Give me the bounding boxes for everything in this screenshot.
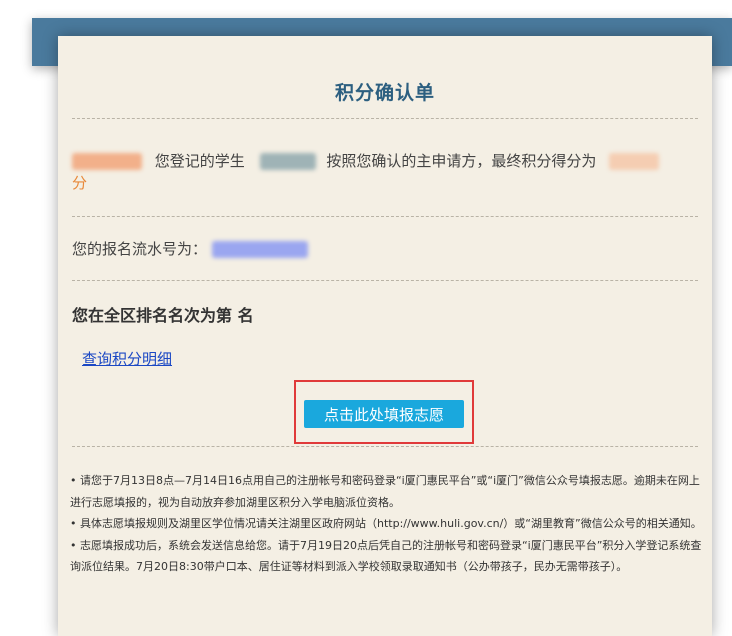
notice-item: • 志愿填报成功后，系统会发送信息给您。请于7月19日20点后凭自己的注册帐号和… xyxy=(70,538,702,574)
score-unit: 分 xyxy=(72,174,88,192)
divider xyxy=(72,118,698,119)
fill-volunteer-button[interactable]: 点击此处填报志愿 xyxy=(304,400,464,428)
redacted-parent-name xyxy=(72,153,142,170)
score-confirmation-card: 积分确认单 您登记的学生 按照您确认的主申请方，最终积分得分为 分 您的报名流水… xyxy=(58,36,712,636)
district-rank: 您在全区排名名次为第 名 xyxy=(72,306,254,325)
message-text-score: 按照您确认的主申请方，最终积分得分为 xyxy=(326,152,597,170)
serial-number-label: 您的报名流水号为： xyxy=(72,240,208,258)
serial-number-row: 您的报名流水号为： xyxy=(72,238,698,259)
redacted-score xyxy=(609,153,660,170)
divider xyxy=(72,446,698,447)
message-text-student: 您登记的学生 xyxy=(154,152,245,170)
confirmation-message: 您登记的学生 按照您确认的主申请方，最终积分得分为 分 xyxy=(72,150,698,194)
redacted-serial-number xyxy=(211,241,308,258)
notice-item: • 请您于7月13日8点—7月14日16点用自己的注册帐号和密码登录“i厦门惠民… xyxy=(70,474,700,509)
redacted-student-name xyxy=(259,153,316,170)
divider xyxy=(72,280,698,281)
page-title: 积分确认单 xyxy=(334,82,435,104)
notice-list: • 请您于7月13日8点—7月14日16点用自己的注册帐号和密码登录“i厦门惠民… xyxy=(70,470,702,578)
divider xyxy=(72,216,698,217)
notice-item: • 具体志愿填报规则及湖里区学位情况请关注湖里区政府网站（http://www.… xyxy=(70,517,702,530)
query-score-details-link[interactable]: 查询积分明细 xyxy=(82,348,172,369)
